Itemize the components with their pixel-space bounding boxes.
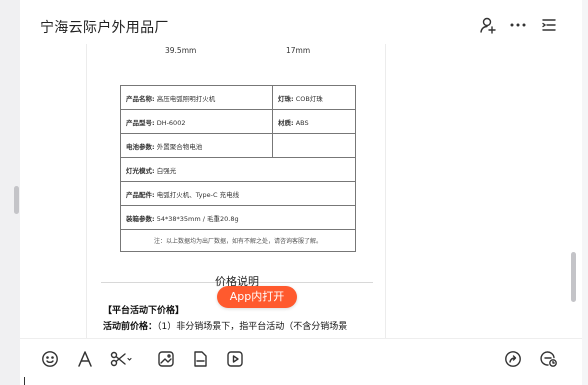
open-in-app-button[interactable]: App内打开 xyxy=(217,286,297,308)
dimension-depth: 17mm xyxy=(286,46,311,55)
spec-label: 灯光模式: xyxy=(126,166,155,175)
emoji-icon[interactable] xyxy=(41,350,59,368)
image-icon[interactable] xyxy=(157,350,175,368)
table-row: 产品名称: 高压电弧照明打火机 灯珠: COB灯珠 xyxy=(120,85,356,110)
user-add-icon[interactable] xyxy=(479,16,497,34)
chat-window: 宁海云际户外用品厂 39.5mm 17mm 产品名称: 高压电弧照明打火机 灯珠… xyxy=(20,0,582,385)
table-row: 灯光模式: 白强光 xyxy=(120,157,356,182)
spec-note: 注：以上数据均为出厂数据，如有不解之处，请咨询客服了解。 xyxy=(120,229,356,252)
right-scrollbar[interactable] xyxy=(571,252,576,302)
table-row: 装箱参数: 54*38*35mm / 毛重20.8g xyxy=(120,205,356,230)
message-content: 39.5mm 17mm 产品名称: 高压电弧照明打火机 灯珠: COB灯珠 产品… xyxy=(20,44,582,338)
more-icon[interactable] xyxy=(509,16,527,34)
spec-label: 电池参数: xyxy=(126,142,155,151)
spec-label: 装箱参数: xyxy=(126,214,155,223)
font-icon[interactable] xyxy=(76,350,94,368)
activity-label: 活动前价格： xyxy=(103,322,158,332)
history-icon[interactable] xyxy=(540,350,558,368)
video-icon[interactable] xyxy=(226,350,244,368)
spec-label: 材质: xyxy=(278,118,294,127)
file-icon[interactable] xyxy=(191,350,209,368)
table-row: 注：以上数据均为出厂数据，如有不解之处，请咨询客服了解。 xyxy=(120,229,356,252)
left-gutter xyxy=(0,0,20,385)
spec-value: 外置聚合物电池 xyxy=(156,142,203,151)
activity-text: （1）非分销场景下，指平台活动（不含分销场景 xyxy=(157,322,348,332)
dimension-width: 39.5mm xyxy=(165,46,197,55)
spec-value: COB灯珠 xyxy=(295,94,323,103)
spec-label: 产品配件: xyxy=(126,190,155,199)
chat-title: 宁海云际户外用品厂 xyxy=(40,20,169,36)
product-doc-image[interactable]: 39.5mm 17mm 产品名称: 高压电弧照明打火机 灯珠: COB灯珠 产品… xyxy=(86,44,386,338)
spec-value: ABS xyxy=(295,118,309,127)
spec-label: 产品名称: xyxy=(126,94,155,103)
chat-header: 宁海云际户外用品厂 xyxy=(20,0,582,44)
spec-value: 电弧打火机、Type-C 充电线 xyxy=(156,190,240,199)
activity-line: 活动前价格：（1）非分销场景下，指平台活动（不含分销场景 xyxy=(103,319,393,332)
spec-value: DH-6002 xyxy=(156,118,186,127)
activity-title: 【平台活动下价格】 xyxy=(103,306,185,316)
spec-value: 白强光 xyxy=(156,166,177,175)
input-toolbar xyxy=(20,338,582,385)
table-row: 产品型号: DH-6002 材质: ABS xyxy=(120,109,356,134)
list-icon[interactable] xyxy=(540,16,558,34)
spec-label: 产品型号: xyxy=(126,118,155,127)
text-cursor xyxy=(24,377,25,385)
left-scrollbar[interactable] xyxy=(14,186,19,214)
spec-value: 高压电弧照明打火机 xyxy=(156,94,216,103)
spec-value: 54*38*35mm / 毛重20.8g xyxy=(156,214,239,223)
share-icon[interactable] xyxy=(504,350,522,368)
scissors-icon[interactable] xyxy=(110,350,132,368)
spec-table: 产品名称: 高压电弧照明打火机 灯珠: COB灯珠 产品型号: DH-6002 … xyxy=(120,85,356,252)
spec-label: 灯珠: xyxy=(278,94,294,103)
table-row: 产品配件: 电弧打火机、Type-C 充电线 xyxy=(120,181,356,206)
table-row: 电池参数: 外置聚合物电池 xyxy=(120,133,356,158)
